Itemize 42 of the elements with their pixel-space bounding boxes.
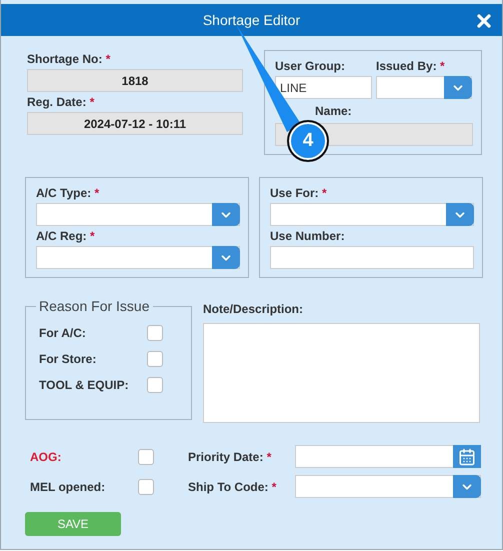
registration-date-field: 2024-07-12 - 10:11 (27, 112, 243, 135)
field-label: Ship To Code: * (188, 480, 278, 494)
checkbox[interactable] (147, 377, 163, 393)
checkbox[interactable] (138, 448, 154, 464)
callout-badge: 4 (287, 120, 329, 162)
field-label: Note/Description: (203, 302, 304, 316)
checkbox-label: For A/C: (39, 326, 87, 340)
checkbox-label: MEL opened: (30, 480, 106, 494)
field-label: Use Number: (270, 229, 346, 243)
field-label: A/C Reg: * (36, 229, 96, 243)
user-group-field[interactable]: LINE (275, 76, 372, 99)
field-label: Priority Date: * (188, 450, 272, 464)
field-label: Reg. Date: * (27, 95, 96, 109)
window-title: Shortage Editor (202, 12, 300, 28)
field-label: Name: (315, 104, 352, 118)
dropdown-button[interactable] (212, 246, 240, 269)
field-label: Issued By: * (376, 59, 446, 73)
checkbox[interactable] (147, 325, 163, 341)
calendar-button[interactable] (453, 445, 481, 468)
aircraft-reg-select[interactable] (36, 246, 240, 269)
dropdown-button[interactable] (446, 203, 474, 226)
aircraft-type-select[interactable] (36, 203, 240, 226)
checkbox-label: For Store: (39, 352, 98, 366)
checkbox[interactable] (138, 478, 154, 494)
panel-legend: Reason For Issue (36, 298, 152, 314)
use-number-field[interactable] (270, 246, 474, 269)
dropdown-button[interactable] (444, 76, 472, 99)
checkbox-label: TOOL & EQUIP: (39, 378, 130, 392)
dropdown-button[interactable] (212, 203, 240, 226)
dropdown-button[interactable] (453, 475, 481, 498)
priority-date-field[interactable] (295, 445, 481, 468)
use-for-select[interactable] (270, 203, 474, 226)
checkbox-label: AOG: (30, 450, 62, 464)
ship-to-code-select[interactable] (295, 475, 481, 498)
shortage-number-field: 1818 (27, 69, 243, 92)
checkbox[interactable] (147, 351, 163, 367)
field-label: User Group: (275, 59, 346, 73)
field-label: Shortage No: * (27, 52, 112, 66)
field-label: A/C Type: * (36, 186, 100, 200)
field-label: Use For: * (270, 186, 328, 200)
issued-by-select[interactable] (376, 76, 472, 99)
calendar-icon (458, 448, 476, 466)
